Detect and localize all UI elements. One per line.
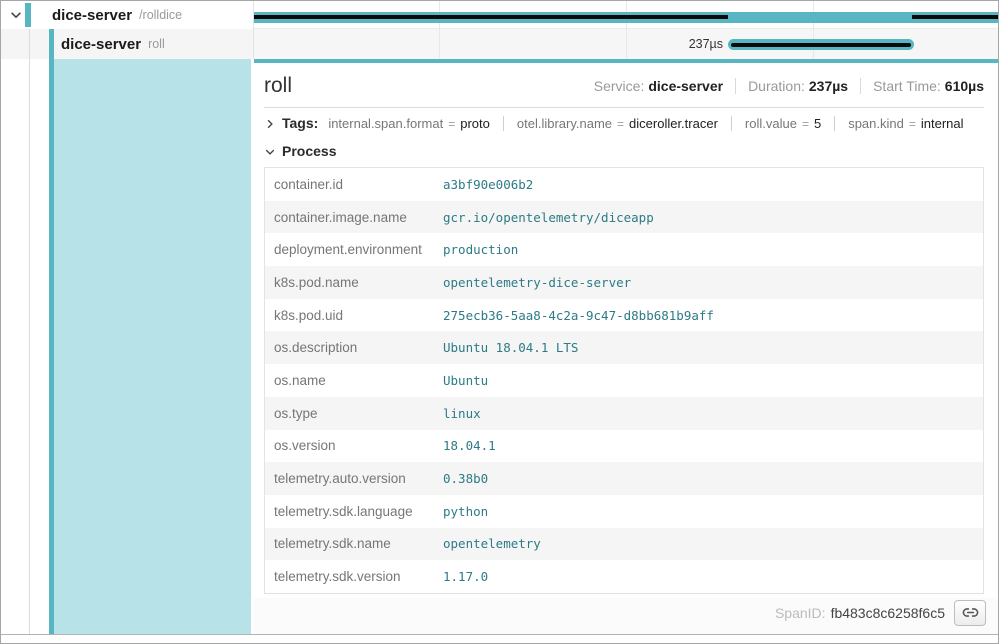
operation-name: roll <box>148 37 165 51</box>
tags-summary: internal.span.format=proto otel.library.… <box>328 116 963 131</box>
grid-line <box>439 29 440 59</box>
span-meta: Service:dice-server Duration:237µs Start… <box>594 78 984 94</box>
chevron-right-icon <box>264 117 276 129</box>
span-detail-header: roll Service:dice-server Duration:237µs … <box>254 63 998 107</box>
table-row: k8s.pod.uid275ecb36-5aa8-4c2a-9c47-d8bb6… <box>265 299 983 332</box>
tag-item: span.kind=internal <box>834 116 963 131</box>
selected-row-highlight <box>54 59 251 634</box>
table-row: os.typelinux <box>265 397 983 430</box>
tag-item: roll.value=5 <box>731 116 821 131</box>
chevron-down-icon <box>9 8 23 22</box>
service-name: dice-server <box>52 7 132 24</box>
table-row: deployment.environmentproduction <box>265 233 983 266</box>
timeline-cell-roll[interactable]: 237µs <box>254 29 998 59</box>
indent-guide <box>29 29 30 59</box>
table-row: container.image.namegcr.io/opentelemetry… <box>265 201 983 234</box>
tags-section-toggle[interactable]: Tags: internal.span.format=proto otel.li… <box>254 108 998 138</box>
span-name-cell-roll[interactable]: dice-server roll <box>1 29 254 59</box>
operation-name: /rolldice <box>139 8 182 22</box>
span-detail-panel: roll Service:dice-server Duration:237µs … <box>254 59 998 634</box>
meta-start-time: Start Time:610µs <box>860 78 984 94</box>
span-bar-stripe <box>254 15 728 19</box>
table-row: os.nameUbuntu <box>265 364 983 397</box>
span-title: roll <box>264 74 292 98</box>
spanid-label: SpanID: <box>775 605 826 621</box>
service-color-bar <box>25 3 31 27</box>
jaeger-trace-detail-view: dice-server /rolldice dice-server roll 2… <box>0 0 999 644</box>
process-title: Process <box>282 143 336 159</box>
spanid-value: fb483c8c6258f6c5 <box>831 605 945 621</box>
tags-title: Tags: <box>282 115 318 131</box>
tag-item: otel.library.name=diceroller.tracer <box>503 116 718 131</box>
table-row: os.descriptionUbuntu 18.04.1 LTS <box>265 331 983 364</box>
service-color-bar <box>49 29 54 59</box>
table-row: telemetry.sdk.nameopentelemetry <box>265 528 983 561</box>
span-bar-stripe <box>912 15 998 19</box>
table-row: telemetry.auto.version0.38b0 <box>265 462 983 495</box>
span-name-cell-rolldice[interactable]: dice-server /rolldice <box>1 1 254 29</box>
meta-service: Service:dice-server <box>594 78 723 94</box>
span-row-roll: dice-server roll 237µs <box>1 29 998 59</box>
span-row-rolldice: dice-server /rolldice <box>1 1 998 29</box>
chevron-down-icon <box>264 145 276 157</box>
link-icon <box>962 604 979 621</box>
table-row: container.ida3bf90e006b2 <box>265 168 983 201</box>
table-row: telemetry.sdk.languagepython <box>265 495 983 528</box>
span-bar-roll[interactable] <box>728 39 914 50</box>
timeline-cell-rolldice[interactable] <box>254 1 998 29</box>
span-detail-footer: SpanID: fb483c8c6258f6c5 <box>254 598 998 634</box>
table-row: telemetry.sdk.version1.17.0 <box>265 560 983 593</box>
meta-duration: Duration:237µs <box>735 78 848 94</box>
span-bar-stripe <box>731 43 911 47</box>
table-row: k8s.pod.nameopentelemetry-dice-server <box>265 266 983 299</box>
selected-row-left-rail <box>1 59 254 634</box>
process-section-toggle[interactable]: Process <box>254 138 998 164</box>
indent-guide <box>29 59 30 634</box>
tag-item: internal.span.format=proto <box>328 116 490 131</box>
span-bar-rolldice[interactable] <box>254 12 998 23</box>
span-duration-label: 237µs <box>689 29 723 59</box>
bottom-edge <box>1 634 998 643</box>
grid-line <box>626 29 627 59</box>
process-key-value-table: container.ida3bf90e006b2 container.image… <box>264 167 984 594</box>
table-row: os.version18.04.1 <box>265 430 983 463</box>
service-name: dice-server <box>61 36 141 53</box>
copy-link-button[interactable] <box>954 600 986 626</box>
